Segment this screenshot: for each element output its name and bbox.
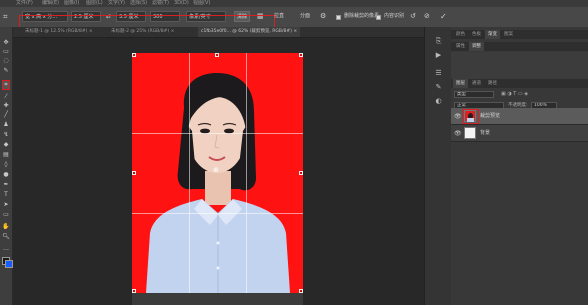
crop-tool-icon[interactable]: ⌗ bbox=[2, 80, 10, 90]
actions-icon[interactable]: ▶ bbox=[434, 51, 443, 59]
pen-tool-icon[interactable]: ✒ bbox=[2, 181, 10, 188]
crosshair-icon: ⊕ bbox=[213, 166, 219, 174]
cancel-icon[interactable]: ⊘ bbox=[424, 11, 430, 22]
tab-paths[interactable]: 路径 bbox=[485, 79, 500, 88]
tab-swatches[interactable]: 色板 bbox=[469, 30, 484, 39]
settings-icon[interactable]: ⚙ bbox=[320, 11, 326, 22]
crop-grid-line bbox=[132, 133, 303, 134]
dodge-tool-icon[interactable]: ● bbox=[2, 171, 10, 178]
filter-icons[interactable]: ▣ ◑ T ▭ ◈ bbox=[501, 91, 528, 97]
eraser-tool-icon[interactable]: ◆ bbox=[2, 141, 10, 148]
tab-layers[interactable]: 图层 bbox=[453, 79, 468, 88]
layer-row-background[interactable]: 👁︎ 背景 bbox=[451, 125, 588, 142]
tab-gradients[interactable]: 渐变 bbox=[485, 30, 500, 39]
right-panel: 颜色 色板 渐变 图案 属性 调整 图层 通道 路径 类型 ▣ ◑ T ▭ ◈ … bbox=[451, 27, 588, 305]
menu-view[interactable]: 视图(V) bbox=[193, 0, 210, 7]
tab-document-1[interactable]: 未标题-1 @ 12.5% (RGB/8#) × bbox=[22, 27, 96, 37]
crop-handle-top[interactable] bbox=[215, 53, 219, 57]
menu-filter[interactable]: 滤镜(T) bbox=[152, 0, 169, 7]
reset-icon[interactable]: ↺ bbox=[410, 11, 416, 22]
crop-handle-top-left[interactable] bbox=[132, 53, 136, 57]
options-bar: ⌗ 宽 x 高 x 分... 2.5 厘米 ⇄ 3.5 厘米 300 像素/英寸… bbox=[0, 7, 588, 33]
hand-tool-icon[interactable]: ✋ bbox=[2, 223, 10, 230]
tab-document-active[interactable]: c1fb35e0f0... @ 62% (裁剪预览, RGB/8#) × bbox=[198, 27, 301, 37]
menu-3d[interactable]: 3D(D) bbox=[174, 0, 189, 7]
menu-select[interactable]: 选择(S) bbox=[130, 0, 147, 7]
type-tool-icon[interactable]: T bbox=[2, 191, 10, 198]
menu-image[interactable]: 图像(I) bbox=[64, 0, 79, 7]
adjustments-body bbox=[451, 52, 588, 79]
crop-grid-line bbox=[246, 53, 247, 293]
path-select-tool-icon[interactable]: ➤ bbox=[2, 201, 10, 208]
panel-icon-column: ⎘ ▶ ☰ ✎ ◐ bbox=[424, 27, 452, 305]
layer-thumbnail bbox=[464, 127, 476, 139]
properties-panel-tabs: 属性 调整 bbox=[451, 42, 588, 51]
lasso-tool-icon[interactable]: ◌ bbox=[2, 57, 10, 64]
highlight-frame bbox=[462, 109, 479, 124]
document-tabs: 未标题-1 @ 12.5% (RGB/8#) × 未标题-2 @ 25% (RG… bbox=[12, 27, 424, 38]
properties-icon[interactable]: ☰ bbox=[434, 69, 443, 77]
blur-tool-icon[interactable]: ◊ bbox=[2, 161, 10, 168]
delete-cropped-label: 删除裁剪的像素 bbox=[344, 13, 380, 19]
history-brush-icon[interactable]: ↯ bbox=[2, 131, 10, 138]
zoom-tool-icon[interactable]: 🔍︎ bbox=[2, 233, 10, 240]
id-photo[interactable]: ⊕ bbox=[132, 53, 303, 293]
layer-name: 裁剪预览 bbox=[480, 113, 501, 119]
color-panel-tabs: 颜色 色板 渐变 图案 bbox=[451, 30, 588, 39]
crop-handle-right[interactable] bbox=[299, 171, 303, 175]
tab-channels[interactable]: 通道 bbox=[469, 79, 484, 88]
move-tool-icon[interactable]: ✥ bbox=[2, 39, 10, 46]
menu-layer[interactable]: 图层(L) bbox=[86, 0, 103, 7]
check-icon[interactable]: ✓ bbox=[440, 11, 447, 22]
content-aware-checkbox[interactable] bbox=[376, 15, 381, 20]
brush-tool-icon[interactable]: ╱ bbox=[2, 111, 10, 118]
brush-settings-icon[interactable]: ✎ bbox=[434, 83, 443, 91]
menu-type[interactable]: 文字(Y) bbox=[108, 0, 125, 7]
content-aware-label: 内容识别 bbox=[384, 13, 405, 19]
more-tools-icon[interactable]: … bbox=[2, 245, 10, 252]
crop-grid-line bbox=[189, 53, 190, 293]
marquee-tool-icon[interactable]: ▭ bbox=[2, 48, 10, 55]
layer-kind-filter[interactable]: 类型 bbox=[454, 91, 494, 98]
history-icon[interactable]: ⎘ bbox=[434, 37, 443, 45]
tab-patterns[interactable]: 图案 bbox=[501, 30, 516, 39]
stamp-tool-icon[interactable]: ♟ bbox=[2, 121, 10, 128]
healing-tool-icon[interactable]: ✚ bbox=[2, 102, 10, 109]
shape-tool-icon[interactable]: ▭ bbox=[2, 211, 10, 218]
quick-select-tool-icon[interactable]: ✎ bbox=[2, 67, 10, 74]
background-color-swatch[interactable] bbox=[5, 260, 13, 268]
tab-properties[interactable]: 属性 bbox=[453, 42, 468, 51]
visibility-eye-icon[interactable]: 👁︎ bbox=[454, 113, 462, 120]
crop-handle-left[interactable] bbox=[132, 171, 136, 175]
tab-document-2[interactable]: 未标题-2 @ 25% (RGB/8#) × bbox=[108, 27, 177, 37]
menu-bar: 文件(F) 编辑(E) 图像(I) 图层(L) 文字(Y) 选择(S) 滤镜(T… bbox=[0, 0, 588, 7]
overlay-select[interactable]: 分面 bbox=[300, 11, 310, 22]
gradient-tool-icon[interactable]: ▤ bbox=[2, 151, 10, 158]
delete-cropped-checkbox[interactable] bbox=[336, 15, 341, 20]
visibility-eye-icon[interactable]: 👁︎ bbox=[454, 130, 462, 137]
layer-name: 背景 bbox=[480, 130, 491, 136]
straighten-button[interactable]: 拉直 bbox=[274, 11, 284, 22]
layers-panel-tabs: 图层 通道 路径 bbox=[451, 79, 588, 88]
tools-panel: ✥ ▭ ◌ ✎ ⌗ ⁄ ✚ ╱ ♟ ↯ ◆ ▤ ◊ ● ✒ T ➤ ▭ ✋ 🔍︎… bbox=[0, 27, 13, 305]
eyedropper-tool-icon[interactable]: ⁄ bbox=[2, 93, 10, 100]
crop-grid-line bbox=[132, 213, 303, 214]
adjustments-icon[interactable]: ◐ bbox=[434, 97, 443, 105]
tab-adjustments[interactable]: 调整 bbox=[469, 42, 484, 51]
menu-file[interactable]: 文件(F) bbox=[16, 0, 33, 7]
crop-handle-top-right[interactable] bbox=[299, 53, 303, 57]
menu-edit[interactable]: 编辑(E) bbox=[42, 0, 59, 7]
crop-tool-icon[interactable]: ⌗ bbox=[3, 11, 8, 22]
canvas-extension-area bbox=[132, 293, 303, 305]
tab-color[interactable]: 颜色 bbox=[453, 30, 468, 39]
